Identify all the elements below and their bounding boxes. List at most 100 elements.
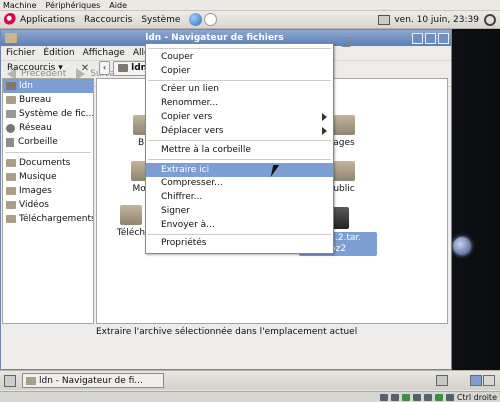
menu-item-compresser[interactable]: Compresser... — [161, 178, 223, 188]
menu-edition[interactable]: Édition — [43, 48, 74, 58]
debian-logo-icon — [4, 13, 17, 26]
network-icon — [412, 393, 421, 401]
vm-status-bar: Ctrl droite — [0, 391, 500, 402]
menu-separator — [148, 234, 331, 235]
folder-icon — [120, 205, 142, 225]
sidebar-item-documents[interactable]: Documents — [3, 156, 93, 170]
sidebar-item-label: Images — [19, 186, 52, 196]
folder-icon — [5, 33, 17, 43]
sidebar-item-reseau[interactable]: Réseau — [3, 121, 93, 135]
menu-separator — [148, 140, 331, 141]
menu-item-copier[interactable]: Copier — [161, 66, 190, 76]
vm-menu-peripheriques[interactable]: Périphériques — [46, 1, 101, 10]
menu-item-creer-lien[interactable]: Créer un lien — [161, 84, 219, 94]
vm-menu-aide[interactable]: Aide — [109, 1, 127, 10]
sidebar-combo[interactable]: Raccourcis ▾ — [7, 63, 63, 73]
folder-icon — [6, 159, 16, 167]
trash-icon — [6, 137, 14, 147]
workspace-2[interactable] — [483, 375, 495, 386]
menu-separator — [148, 159, 331, 160]
clock[interactable]: ven. 10 juin, 23:39 — [394, 15, 479, 25]
update-icon[interactable] — [204, 13, 218, 26]
workspace-1[interactable] — [470, 375, 482, 386]
file-label: ages — [333, 138, 355, 148]
menu-item-chiffrer[interactable]: Chiffrer... — [161, 192, 202, 202]
taskbar-button-file-manager[interactable]: ldn - Navigateur de fi... — [22, 373, 164, 388]
folder-icon — [333, 115, 355, 135]
sidebar-item-label: Corbeille — [18, 137, 58, 147]
status-bar: Extraire l'archive sélectionnée dans l'e… — [96, 327, 358, 337]
applications-menu[interactable]: Applications — [20, 15, 75, 25]
menu-separator — [148, 80, 331, 81]
menu-item-proprietes[interactable]: Propriétés — [161, 238, 206, 248]
folder-icon — [6, 173, 16, 181]
folder-icon — [6, 96, 16, 104]
show-desktop-icon[interactable] — [4, 374, 16, 387]
submenu-arrow-icon — [322, 127, 327, 135]
menu-item-signer[interactable]: Signer — [161, 206, 190, 216]
sidebar-item-images[interactable]: Images — [3, 184, 93, 198]
sidebar-item-systeme[interactable]: Système de fic... — [3, 107, 93, 121]
workspace-switcher — [469, 375, 495, 386]
sidebar-item-label: Documents — [19, 158, 71, 168]
mouse-integration-icon — [445, 393, 454, 401]
hdd-icon — [379, 393, 388, 401]
submenu-arrow-icon — [322, 113, 327, 121]
folder-icon — [6, 187, 16, 195]
cd-icon — [390, 393, 399, 401]
sidebar-item-label: Vidéos — [19, 200, 49, 210]
folder-icon — [6, 215, 16, 223]
sidebar-item-bureau[interactable]: Bureau — [3, 93, 93, 107]
sidebar-item-telechargements[interactable]: Téléchargements — [3, 212, 93, 226]
trash-applet-icon[interactable] — [436, 375, 448, 386]
home-icon — [118, 64, 129, 72]
maximize-button[interactable] — [425, 32, 436, 44]
bottom-panel: ldn - Navigateur de fi... — [0, 370, 500, 390]
sidebar-item-label: Musique — [19, 172, 57, 182]
web-browser-icon[interactable] — [189, 13, 203, 26]
menu-item-copier-vers[interactable]: Copier vers — [161, 112, 331, 122]
folder-icon — [26, 376, 36, 385]
folder-icon — [333, 161, 355, 181]
close-button[interactable] — [438, 32, 449, 44]
network-icon[interactable] — [378, 15, 391, 25]
sidebar-item-ldn[interactable]: ldn — [3, 79, 93, 93]
menu-fichier[interactable]: Fichier — [6, 48, 35, 58]
menu-item-extraire-ici[interactable]: Extraire ici — [146, 163, 333, 177]
raccourcis-menu[interactable]: Raccourcis — [84, 15, 132, 25]
folder-icon — [6, 201, 16, 209]
context-menu: Couper Copier Créer un lien Renommer... … — [145, 43, 334, 254]
top-panel: Applications Raccourcis Système ven. 10 … — [0, 11, 500, 29]
sidebar-item-musique[interactable]: Musique — [3, 170, 93, 184]
planet-wallpaper-icon — [453, 237, 471, 255]
menu-item-deplacer-vers[interactable]: Déplacer vers — [161, 126, 331, 136]
sidebar: ldn Bureau Système de fic... Réseau Corb… — [2, 78, 94, 324]
menu-item-label: Copier vers — [161, 112, 213, 122]
sidebar-combo-label: Raccourcis — [7, 63, 56, 73]
sidebar-item-label: Réseau — [19, 123, 52, 133]
home-icon — [6, 82, 16, 90]
window-title: ldn - Navigateur de fichiers — [145, 33, 284, 43]
virtualization-icon — [434, 393, 443, 401]
menu-item-renommer[interactable]: Renommer... — [161, 98, 218, 108]
menu-affichage[interactable]: Affichage — [83, 48, 125, 58]
sidebar-item-videos[interactable]: Vidéos — [3, 198, 93, 212]
menu-separator — [148, 48, 331, 49]
power-icon[interactable] — [484, 14, 496, 26]
file-label: ublic — [333, 184, 355, 194]
sidebar-item-label: Système de fic... — [19, 109, 93, 119]
minimize-button[interactable] — [412, 32, 423, 44]
menu-item-label: Déplacer vers — [161, 126, 224, 136]
usb-icon — [401, 393, 410, 401]
sidebar-item-label: Bureau — [19, 95, 52, 105]
menu-item-corbeille[interactable]: Mettre à la corbeille — [161, 145, 251, 155]
systeme-menu[interactable]: Système — [141, 15, 180, 25]
path-prev-button[interactable]: ‹ — [99, 61, 111, 75]
taskbar-label: ldn - Navigateur de fi... — [39, 375, 143, 386]
menu-item-couper[interactable]: Couper — [161, 52, 193, 62]
menu-item-envoyer[interactable]: Envoyer à... — [161, 220, 215, 230]
sidebar-close-icon[interactable]: ✕ — [81, 63, 89, 74]
sidebar-item-corbeille[interactable]: Corbeille — [3, 135, 93, 149]
vm-menu-machine[interactable]: Machine — [3, 1, 37, 10]
home-toolbar-icon[interactable] — [341, 37, 351, 47]
